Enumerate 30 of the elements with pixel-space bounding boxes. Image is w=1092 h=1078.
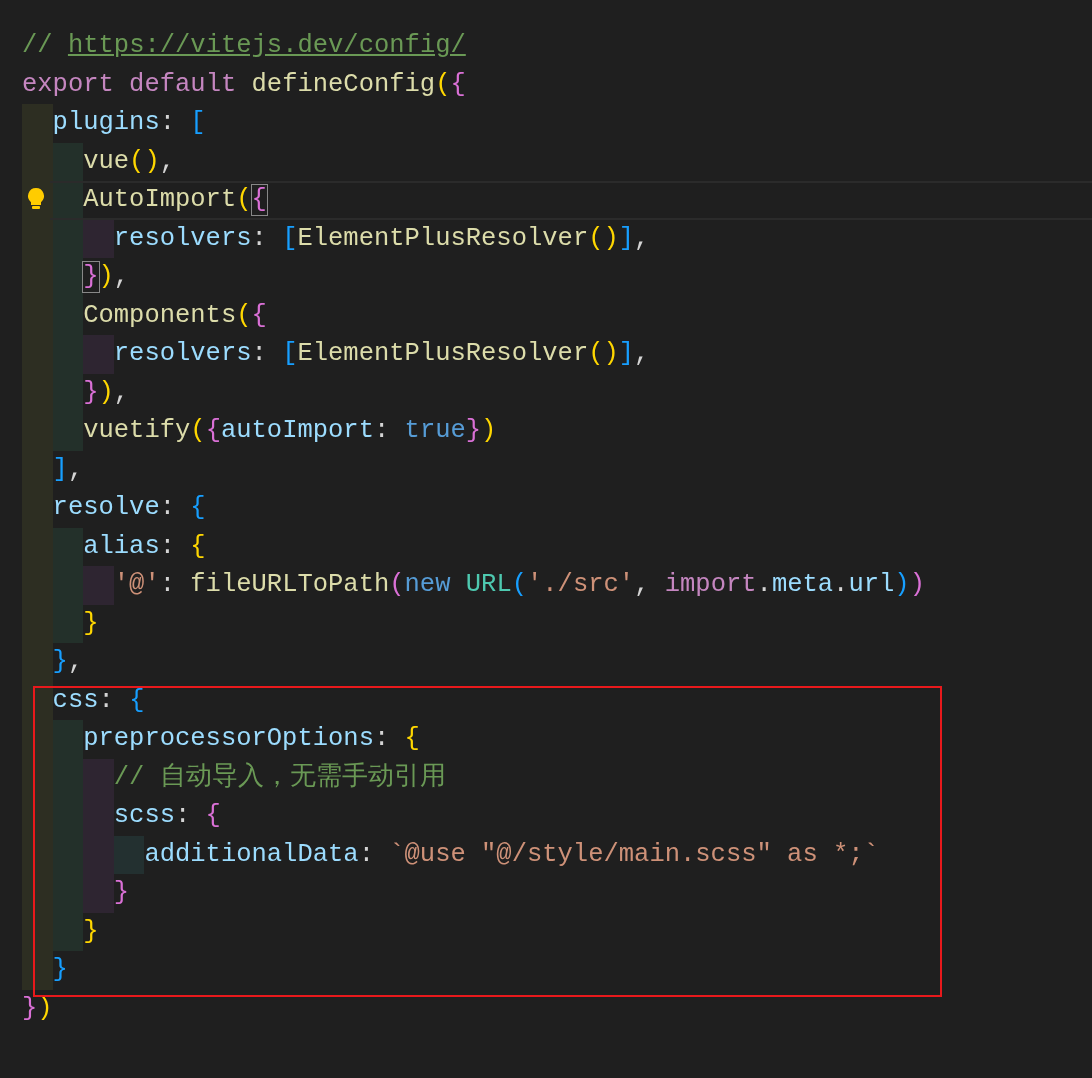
code-line: additionalData: `@use "@/style/main.scss" as *;` bbox=[144, 838, 879, 871]
code-line: resolve: { bbox=[52, 492, 206, 524]
code-line: preprocessorOptions: { bbox=[83, 723, 420, 755]
code-line: Components({ bbox=[83, 299, 267, 332]
code-line: alias: { bbox=[83, 530, 206, 563]
code-line: resolvers: [ElementPlusResolver()], bbox=[113, 222, 650, 255]
code-line: ], bbox=[52, 453, 84, 486]
code-text: ), bbox=[98, 261, 130, 293]
code-line: export default defineConfig({ bbox=[22, 68, 466, 101]
code-line: } bbox=[52, 954, 68, 986]
code-line: css: { bbox=[52, 684, 145, 717]
code-line: }), bbox=[83, 376, 130, 409]
code-text: AutoImport( bbox=[83, 184, 252, 216]
lightbulb-icon[interactable] bbox=[26, 187, 46, 211]
indent-guide bbox=[22, 951, 53, 990]
code-line: } bbox=[113, 877, 130, 909]
code-line: // 自动导入，无需手动引用 bbox=[113, 761, 446, 794]
code-line: vue(), bbox=[83, 145, 176, 178]
code-line: } bbox=[83, 607, 99, 640]
code-line: } bbox=[83, 915, 99, 948]
matched-bracket: } bbox=[83, 262, 99, 293]
code-line: '@': fileURLToPath(new URL('./src', import.meta.url)) bbox=[113, 569, 925, 601]
code-line: plugins: [ bbox=[52, 107, 206, 139]
code-line: scss: { bbox=[113, 800, 221, 832]
code-line: // https://vitejs.dev/config/ bbox=[22, 30, 466, 62]
code-line: vuetify({autoImport: true}) bbox=[83, 415, 497, 447]
code-line: resolvers: [ElementPlusResolver()], bbox=[113, 338, 650, 370]
code-line: }) bbox=[22, 992, 53, 1025]
code-line: }, bbox=[52, 646, 84, 678]
matched-bracket: { bbox=[251, 185, 267, 216]
